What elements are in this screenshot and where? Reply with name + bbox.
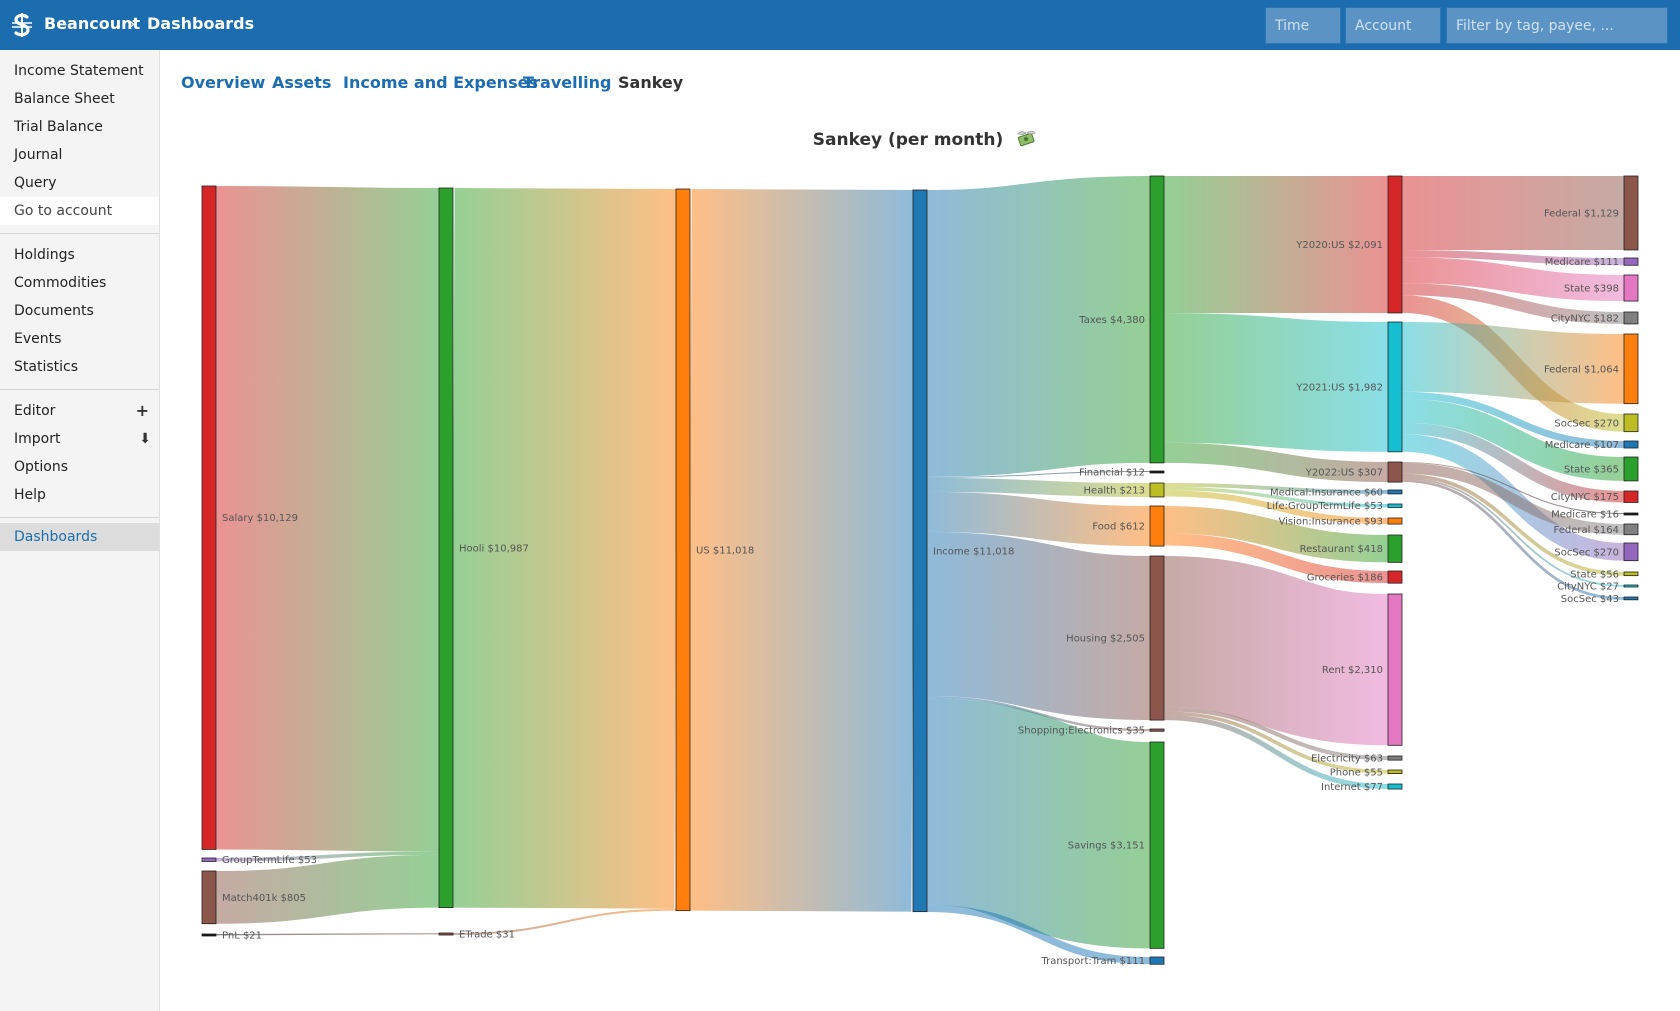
sankey-node-nyc22[interactable] (1623, 584, 1639, 588)
sankey-node-phone[interactable] (1387, 769, 1403, 775)
sankey-node-nyc21[interactable] (1623, 490, 1639, 503)
sankey-node-savings[interactable] (1149, 741, 1165, 949)
sankey-node-med21[interactable] (1623, 440, 1639, 449)
sankey-node-label: Match401k $805 (222, 893, 306, 904)
sankey-node-label: Restaurant $418 (1300, 544, 1383, 555)
sankey-node-transport[interactable] (1149, 956, 1165, 965)
sankey-node-label: GroupTermLife $53 (222, 855, 317, 866)
sankey-node-state21[interactable] (1623, 456, 1639, 482)
sankey-node-label: Salary $10,129 (222, 513, 298, 524)
sankey-node-label: Medical:Insurance $60 (1270, 487, 1383, 498)
sankey-node-soc21[interactable] (1623, 542, 1639, 562)
sankey-chart: Salary $10,129 GroupTermLife $53 Match401k… (201, 175, 1639, 967)
sankey-node-label: PnL $21 (222, 931, 262, 942)
sankey-node-housing[interactable] (1149, 555, 1165, 721)
sankey-node-label: Vision:Insurance $93 (1278, 517, 1383, 528)
sankey-node-label: Internet $77 (1321, 782, 1383, 793)
sankey-node-label: SocSec $270 (1554, 547, 1619, 558)
sankey-node-label: State $398 (1564, 284, 1619, 295)
sankey-node-label: Electricity $63 (1311, 754, 1383, 765)
sankey-node-fed20[interactable] (1623, 175, 1639, 251)
sankey-node-label: Y2020:US $2,091 (1295, 240, 1383, 251)
sankey-node-fed22[interactable] (1623, 523, 1639, 536)
sankey-node-label: SocSec $43 (1561, 594, 1619, 605)
sankey-link[interactable] (924, 698, 1153, 949)
sankey-node-y2020[interactable] (1387, 175, 1403, 314)
sankey-node-label: Federal $164 (1553, 525, 1619, 536)
sankey-node-gtl[interactable] (201, 857, 217, 862)
sankey-node-financial[interactable] (1149, 470, 1165, 474)
sankey-node-salary[interactable] (201, 185, 217, 850)
sankey-node-food[interactable] (1149, 505, 1165, 547)
sankey-node-label: Y2022:US $307 (1305, 468, 1383, 479)
sankey-node-etrade[interactable] (438, 932, 454, 936)
sankey-node-label: Medicare $16 (1551, 510, 1619, 521)
sankey-node-label: Groceries $186 (1307, 573, 1383, 584)
sankey-node-groceries[interactable] (1387, 570, 1403, 584)
sankey-node-hooli[interactable] (438, 187, 454, 909)
sankey-node-soc20[interactable] (1623, 413, 1639, 433)
sankey-node-label: Shopping:Electronics $35 (1018, 726, 1145, 737)
sankey-node-label: US $11,018 (696, 545, 754, 556)
sankey-node-label: Taxes $4,380 (1078, 315, 1145, 326)
sankey-node-label: Income $11,018 (933, 546, 1014, 557)
sankey-node-label: Housing $2,505 (1066, 634, 1145, 645)
sankey-node-nyc20[interactable] (1623, 311, 1639, 325)
sankey-node-state20[interactable] (1623, 274, 1639, 302)
sankey-node-income[interactable] (912, 189, 928, 913)
sankey-node-y2021[interactable] (1387, 321, 1403, 453)
sankey-node-internet[interactable] (1387, 783, 1403, 790)
sankey-node-us[interactable] (675, 188, 691, 912)
sankey-node-label: CityNYC $27 (1557, 582, 1619, 593)
sankey-node-match[interactable] (201, 870, 217, 925)
sankey-node-state22[interactable] (1623, 571, 1639, 577)
sankey-node-taxes[interactable] (1149, 175, 1165, 464)
sankey-node-label: Federal $1,064 (1544, 364, 1619, 375)
sankey-node-label: State $56 (1570, 569, 1619, 580)
sankey-link[interactable] (1162, 556, 1390, 746)
sankey-node-fed21[interactable] (1623, 333, 1639, 405)
sankey-node-label: Medicare $107 (1545, 440, 1619, 451)
sankey-node-label: SocSec $270 (1554, 418, 1619, 429)
sankey-node-med22[interactable] (1623, 512, 1639, 516)
sankey-node-label: Medicare $111 (1545, 257, 1619, 268)
sankey-node-lifegtl[interactable] (1387, 503, 1403, 508)
sankey-node-label: Savings $3,151 (1068, 841, 1145, 852)
sankey-node-electricity[interactable] (1387, 755, 1403, 761)
sankey-node-restaurant[interactable] (1387, 534, 1403, 563)
sankey-node-visins[interactable] (1387, 517, 1403, 525)
sankey-node-label: CityNYC $182 (1551, 313, 1619, 324)
sankey-node-medins[interactable] (1387, 489, 1403, 495)
sankey-node-label: Phone $55 (1330, 767, 1383, 778)
sankey-node-label: Y2021:US $1,982 (1295, 382, 1383, 393)
sankey-node-soc22[interactable] (1623, 596, 1639, 601)
sankey-node-label: CityNYC $175 (1551, 492, 1619, 503)
sankey-node-label: Food $612 (1092, 522, 1145, 533)
sankey-node-label: Hooli $10,987 (459, 543, 529, 554)
sankey-node-label: Transport:Tram $111 (1040, 956, 1145, 967)
sankey-node-rent[interactable] (1387, 593, 1403, 746)
sankey-node-health[interactable] (1149, 482, 1165, 498)
sankey-node-shopping[interactable] (1149, 728, 1165, 732)
sankey-node-label: Life:GroupTermLife $53 (1267, 501, 1383, 512)
sankey-node-pnl[interactable] (201, 933, 217, 937)
sankey-node-med20[interactable] (1623, 257, 1639, 266)
sankey-node-label: ETrade $31 (459, 930, 515, 941)
sankey-node-label: Financial $12 (1079, 468, 1145, 479)
sankey-node-y2022[interactable] (1387, 461, 1403, 483)
sankey-node-label: State $365 (1564, 464, 1619, 475)
sankey-node-label: Federal $1,129 (1544, 208, 1619, 219)
sankey-node-label: Rent $2,310 (1322, 665, 1383, 676)
sankey-node-label: Health $213 (1084, 485, 1145, 496)
